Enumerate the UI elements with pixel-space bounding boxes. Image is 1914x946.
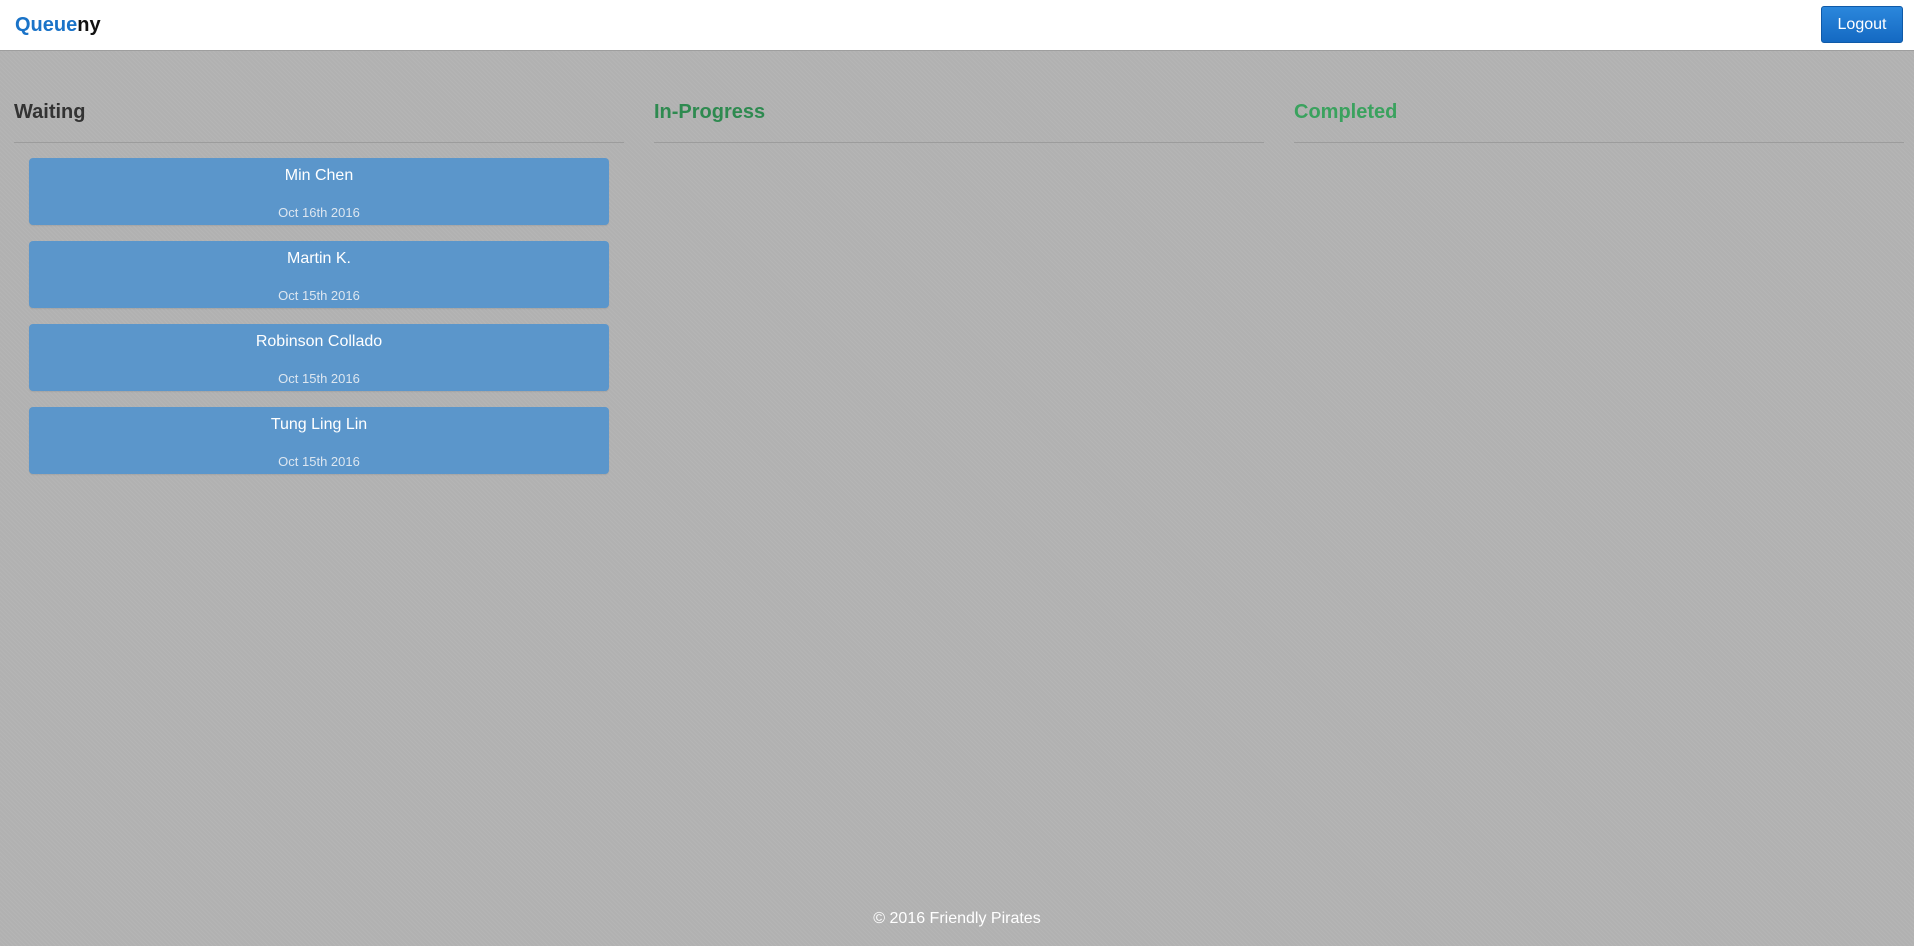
queue-card[interactable]: Tung Ling Lin Oct 15th 2016 [29, 407, 609, 474]
in-progress-column-title: In-Progress [654, 98, 1264, 143]
navbar: Queueny Logout [0, 0, 1914, 51]
card-date: Oct 15th 2016 [278, 454, 360, 469]
queue-card[interactable]: Martin K. Oct 15th 2016 [29, 241, 609, 308]
brand-part-ny: ny [77, 14, 101, 36]
card-date: Oct 15th 2016 [278, 288, 360, 303]
logout-button[interactable]: Logout [1821, 6, 1903, 43]
brand-part-queue: Queue [15, 14, 78, 36]
completed-column: Completed [1294, 98, 1904, 158]
queue-card[interactable]: Min Chen Oct 16th 2016 [29, 158, 609, 225]
footer-copyright: © 2016 Friendly Pirates [873, 910, 1041, 927]
card-date: Oct 16th 2016 [278, 205, 360, 220]
in-progress-column: In-Progress [654, 98, 1264, 158]
card-date: Oct 15th 2016 [278, 371, 360, 386]
waiting-column-title: Waiting [14, 98, 624, 143]
completed-column-title: Completed [1294, 98, 1904, 143]
card-name: Min Chen [284, 167, 354, 184]
waiting-card-list: Min Chen Oct 16th 2016 Martin K. Oct 15t… [29, 158, 609, 474]
brand-logo[interactable]: Queueny [15, 13, 101, 37]
card-name: Robinson Collado [255, 333, 383, 350]
card-name: Tung Ling Lin [270, 416, 368, 433]
card-name: Martin K. [286, 250, 351, 267]
queue-card[interactable]: Robinson Collado Oct 15th 2016 [29, 324, 609, 391]
waiting-column: Waiting Min Chen Oct 16th 2016 Martin K.… [14, 98, 624, 490]
